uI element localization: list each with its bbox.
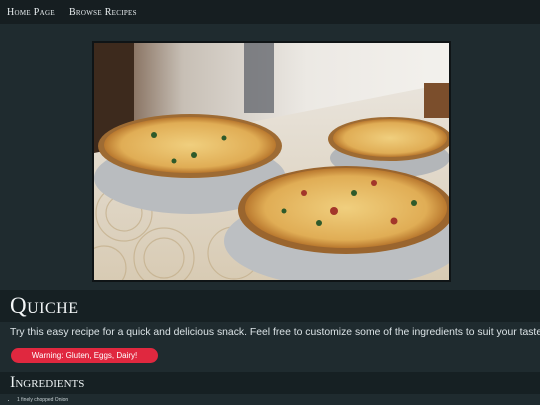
recipe-title-bar: Quiche <box>0 290 540 322</box>
quiche-photo <box>92 41 451 282</box>
hero-section <box>0 24 540 290</box>
allergen-warning-badge: Warning: Gluten, Eggs, Dairy! <box>11 348 158 363</box>
nav-home-link[interactable]: Home Page <box>7 7 55 18</box>
ingredients-header-bar: Ingredients <box>0 372 540 394</box>
recipe-title: Quiche <box>10 293 79 318</box>
ingredient-item: 1 finely chopped Onion <box>17 397 68 403</box>
ingredients-list: 1 finely chopped Onion <box>10 397 68 403</box>
top-nav-bar: Home Page Browse Recipes <box>0 0 540 24</box>
ingredients-heading: Ingredients <box>10 374 85 391</box>
recipe-description: Try this easy recipe for a quick and del… <box>10 327 540 338</box>
nav-browse-recipes-link[interactable]: Browse Recipes <box>69 7 137 18</box>
